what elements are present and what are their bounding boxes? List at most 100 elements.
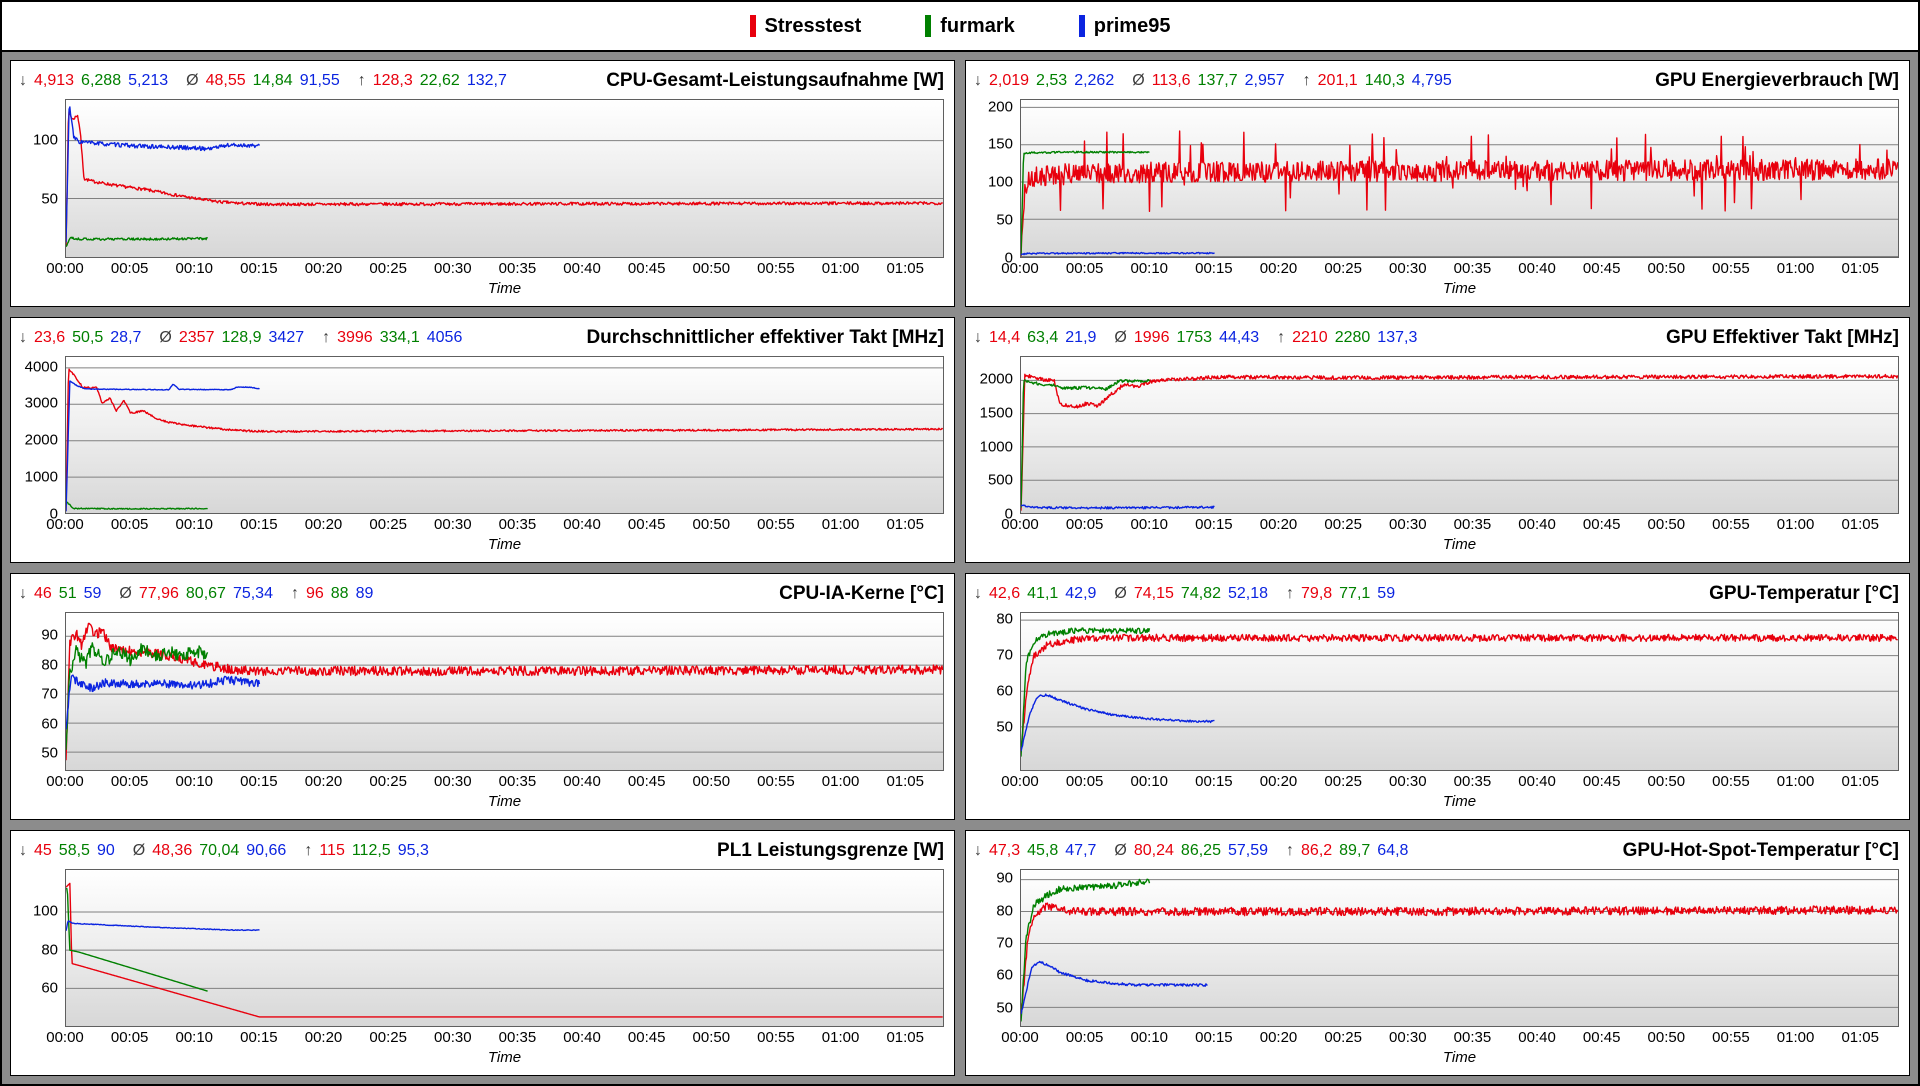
x-tick-label: 00:50 [1648, 774, 1686, 789]
stat-max-prime95: 95,3 [398, 842, 429, 860]
x-tick-label: 01:05 [1841, 261, 1879, 276]
stat-avg-furmark: 86,25 [1181, 842, 1221, 860]
series-line-prime95 [1021, 505, 1214, 509]
stat-symbol-max: ↑ [1286, 585, 1294, 603]
y-tick-label: 80 [996, 612, 1013, 627]
stat-group-min: ↓23,650,528,7 [19, 329, 141, 347]
x-tick-label: 00:30 [1389, 261, 1427, 276]
legend-label-prime95: prime95 [1094, 15, 1171, 38]
x-tick-label: 00:10 [175, 517, 213, 532]
series-stats: ↓47,345,847,7Ø80,2486,2557,59↑86,289,764… [974, 842, 1426, 860]
x-tick-label: 00:50 [693, 261, 731, 276]
line-plot [1020, 99, 1899, 258]
x-tick-label: 01:05 [1841, 1030, 1879, 1045]
chart-body: 50100 [19, 99, 944, 258]
stat-max-prime95: 4056 [427, 329, 463, 347]
x-tick-label: 00:25 [1324, 517, 1362, 532]
series-line-furmark [1021, 379, 1149, 507]
series-line-stresstest [1021, 374, 1898, 510]
series-line-furmark [1021, 628, 1149, 757]
x-tick-label: 00:10 [175, 774, 213, 789]
x-axis-labels: 00:0000:0500:1000:1500:2000:2500:3000:35… [65, 771, 944, 791]
stat-group-min: ↓47,345,847,7 [974, 842, 1096, 860]
x-tick-label: 00:05 [111, 1030, 149, 1045]
stat-max-stresstest: 3996 [337, 329, 373, 347]
x-tick-label: 00:50 [1648, 261, 1686, 276]
x-tick-label: 00:35 [499, 261, 537, 276]
panel-header: ↓2,0192,532,262Ø113,6137,72,957↑201,1140… [974, 65, 1899, 97]
series-stats: ↓4558,590Ø48,3670,0490,66↑115112,595,3 [19, 842, 447, 860]
time-axis-label: Time [65, 534, 944, 556]
legend-bar: Stresstest furmark prime95 [2, 2, 1918, 52]
x-tick-label: 00:20 [1260, 517, 1298, 532]
x-tick-label: 00:55 [757, 517, 795, 532]
stat-symbol-avg: Ø [119, 585, 131, 603]
y-axis-labels: 50607080 [974, 612, 1020, 771]
chart-panel-gpu-power: ↓2,0192,532,262Ø113,6137,72,957↑201,1140… [965, 60, 1910, 307]
x-tick-label: 00:25 [369, 261, 407, 276]
stat-symbol-max: ↑ [304, 842, 312, 860]
stat-group-max: ↑86,289,764,8 [1286, 842, 1408, 860]
stat-group-avg: Ø77,9680,6775,34 [119, 585, 273, 603]
series-stats: ↓42,641,142,9Ø74,1574,8252,18↑79,877,159 [974, 585, 1413, 603]
stat-group-avg: Ø80,2486,2557,59 [1114, 842, 1268, 860]
x-tick-label: 00:15 [1195, 517, 1233, 532]
chart-panel-cpu-avg-effective-clock: ↓23,650,528,7Ø2357128,93427↑3996334,1405… [10, 317, 955, 564]
stat-min-stresstest: 47,3 [989, 842, 1020, 860]
stat-max-stresstest: 201,1 [1318, 72, 1358, 90]
y-tick-label: 3000 [25, 396, 58, 411]
x-tick-label: 01:00 [822, 1030, 860, 1045]
y-tick-label: 60 [996, 968, 1013, 983]
x-axis-labels: 00:0000:0500:1000:1500:2000:2500:3000:35… [1020, 514, 1899, 534]
stat-min-prime95: 28,7 [110, 329, 141, 347]
plot-area [65, 99, 944, 258]
y-axis-labels: 6080100 [19, 869, 65, 1028]
stat-max-furmark: 334,1 [380, 329, 420, 347]
x-tick-label: 00:55 [757, 774, 795, 789]
stat-max-prime95: 4,795 [1412, 72, 1452, 90]
stat-max-furmark: 2280 [1335, 329, 1371, 347]
stat-group-min: ↓4558,590 [19, 842, 115, 860]
x-tick-label: 00:25 [369, 774, 407, 789]
stat-avg-furmark: 137,7 [1198, 72, 1238, 90]
plot-area [65, 612, 944, 771]
stat-min-prime95: 21,9 [1065, 329, 1096, 347]
x-tick-label: 00:30 [434, 261, 472, 276]
chart-title: PL1 Leistungsgrenze [W] [717, 840, 944, 862]
series-line-stresstest [1021, 131, 1898, 256]
stat-min-furmark: 58,5 [59, 842, 90, 860]
stat-symbol-avg: Ø [159, 329, 171, 347]
chart-title: CPU-IA-Kerne [°C] [779, 583, 944, 605]
x-tick-label: 00:30 [434, 774, 472, 789]
x-tick-label: 00:20 [1260, 261, 1298, 276]
stat-symbol-min: ↓ [19, 585, 27, 603]
x-tick-label: 00:40 [563, 517, 601, 532]
x-axis-labels: 00:0000:0500:1000:1500:2000:2500:3000:35… [65, 514, 944, 534]
x-tick-label: 00:10 [175, 1030, 213, 1045]
x-tick-label: 00:10 [1130, 517, 1168, 532]
x-tick-label: 01:00 [822, 517, 860, 532]
y-tick-label: 1500 [980, 405, 1013, 420]
stat-max-stresstest: 96 [306, 585, 324, 603]
x-tick-label: 00:55 [757, 1030, 795, 1045]
y-axis-labels: 5060708090 [974, 869, 1020, 1028]
stat-group-avg: Ø74,1574,8252,18 [1114, 585, 1268, 603]
chart-panel-gpu-hotspot-temp: ↓47,345,847,7Ø80,2486,2557,59↑86,289,764… [965, 830, 1910, 1077]
x-tick-label: 00:20 [1260, 1030, 1298, 1045]
series-line-prime95 [1021, 694, 1214, 751]
stat-avg-stresstest: 80,24 [1134, 842, 1174, 860]
x-tick-label: 00:05 [1066, 261, 1104, 276]
x-tick-label: 00:35 [1454, 774, 1492, 789]
stat-min-furmark: 2,53 [1036, 72, 1067, 90]
plot-area [1020, 99, 1899, 258]
stat-symbol-avg: Ø [133, 842, 145, 860]
x-tick-label: 00:45 [1583, 774, 1621, 789]
furmark-color-swatch [925, 15, 931, 37]
chart-body: 050100150200 [974, 99, 1899, 258]
x-tick-label: 00:25 [1324, 261, 1362, 276]
x-tick-label: 00:10 [175, 261, 213, 276]
stat-avg-prime95: 2,957 [1245, 72, 1285, 90]
stat-avg-prime95: 52,18 [1228, 585, 1268, 603]
x-tick-label: 01:05 [886, 1030, 924, 1045]
stat-symbol-avg: Ø [1132, 72, 1144, 90]
